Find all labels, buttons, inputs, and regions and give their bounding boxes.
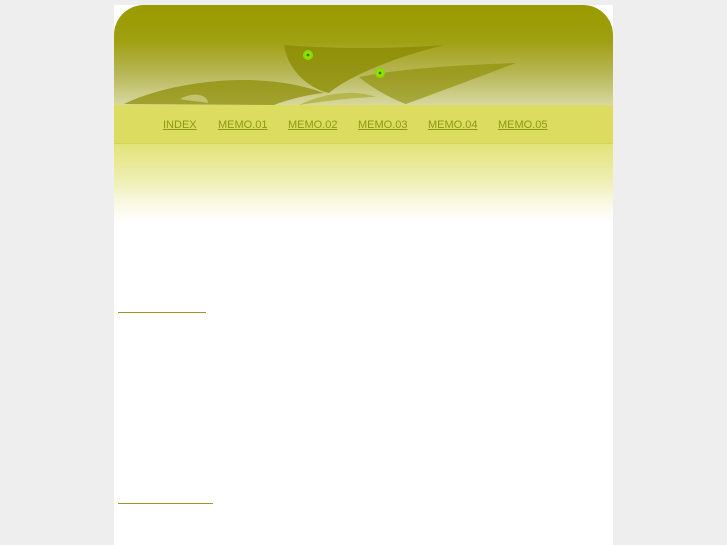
accent-dot-center (378, 71, 382, 75)
nav-link-memo-02[interactable]: MEMO.02 (288, 119, 338, 132)
nav-link-memo-01[interactable]: MEMO.01 (218, 119, 268, 132)
section-divider (118, 312, 206, 313)
nav-link-memo-05[interactable]: MEMO.05 (498, 119, 548, 132)
nav-link-index[interactable]: INDEX (163, 119, 197, 132)
header-artwork (124, 45, 516, 105)
nav-link-memo-04[interactable]: MEMO.04 (428, 119, 478, 132)
section-divider (118, 503, 213, 504)
nav-bar: INDEX MEMO.01 MEMO.02 MEMO.03 MEMO.04 ME… (114, 105, 613, 144)
header-fade (114, 144, 613, 222)
page-container: INDEX MEMO.01 MEMO.02 MEMO.03 MEMO.04 ME… (114, 5, 613, 545)
header-banner (114, 5, 613, 105)
leaf-shape (124, 80, 324, 105)
nav-link-memo-03[interactable]: MEMO.03 (358, 119, 408, 132)
accent-dot-center (306, 53, 310, 57)
